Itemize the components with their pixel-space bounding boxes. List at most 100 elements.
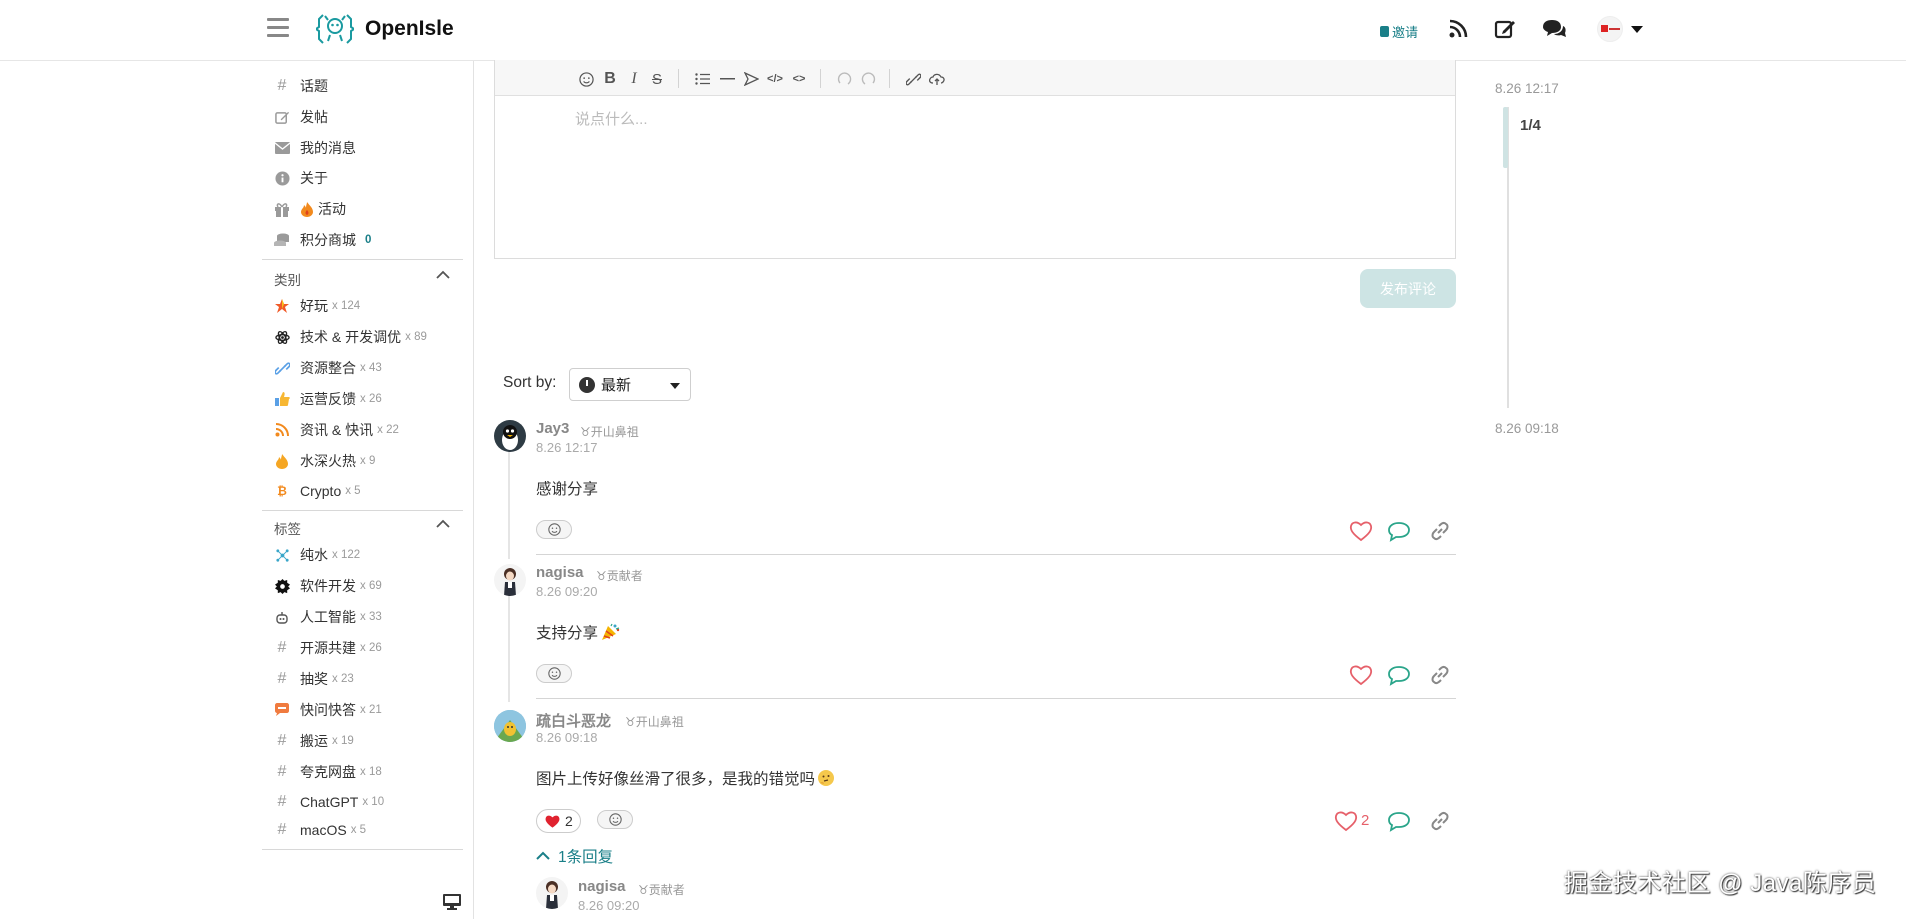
avatar[interactable] <box>536 877 568 909</box>
inline-code-icon[interactable]: <> <box>790 70 808 88</box>
toggle-replies-button[interactable]: 1条回复 <box>536 845 613 867</box>
redo-icon[interactable] <box>859 70 877 88</box>
chat-bubble-icon <box>274 702 290 718</box>
bold-icon[interactable]: B <box>601 70 619 88</box>
category-item-fun[interactable]: 好玩 x 124 <box>274 294 360 318</box>
chevron-down-icon[interactable] <box>1631 26 1643 33</box>
avatar[interactable] <box>494 564 526 596</box>
add-reaction-button[interactable] <box>536 664 572 683</box>
tag-item-water[interactable]: 纯水 x 122 <box>274 543 360 567</box>
tag-item-software[interactable]: 软件开发 x 69 <box>274 574 382 598</box>
comment-icon[interactable] <box>1387 664 1411 686</box>
sidebar-item-events[interactable]: 活动 <box>274 197 346 221</box>
tag-count: x 69 <box>360 580 382 592</box>
sidebar-item-messages[interactable]: 我的消息 <box>274 136 356 160</box>
list-icon[interactable] <box>693 70 711 88</box>
star-icon <box>274 298 290 314</box>
atom-icon <box>274 329 290 345</box>
emoji-icon[interactable] <box>577 70 595 88</box>
comment-author[interactable]: 疏白斗恶龙 <box>536 710 611 731</box>
timeline-start-date: 8.26 12:17 <box>1495 81 1559 96</box>
tag-item-repost[interactable]: # 搬运 x 19 <box>274 729 354 753</box>
heart-reaction[interactable]: 2 <box>536 809 581 833</box>
top-header: OpenIsle 邀请 <box>0 0 1906 61</box>
undo-icon[interactable] <box>835 70 853 88</box>
taurus-icon: ♉ <box>580 425 591 439</box>
tag-label: 快问快答 <box>300 702 356 718</box>
comment-icon[interactable] <box>1387 520 1411 542</box>
category-item-news[interactable]: 资讯 & 快讯 x 22 <box>274 418 399 442</box>
thread-line <box>508 452 510 559</box>
add-reaction-button[interactable] <box>536 520 572 539</box>
category-item-tech[interactable]: 技术 & 开发调优 x 89 <box>274 325 427 349</box>
category-item-feedback[interactable]: 运营反馈 x 26 <box>274 387 382 411</box>
user-badge: ♉贡献者 <box>638 881 685 898</box>
comment-author[interactable]: nagisa <box>578 878 626 895</box>
share-link-icon[interactable] <box>1428 664 1452 686</box>
sort-select[interactable]: 最新 <box>569 368 691 401</box>
comment-time: 8.26 12:17 <box>536 440 598 455</box>
monitor-icon[interactable] <box>443 894 461 910</box>
app-name[interactable]: OpenIsle <box>365 17 454 41</box>
rss-icon[interactable] <box>1446 17 1470 41</box>
like-icon[interactable] <box>1349 664 1373 686</box>
like-icon[interactable] <box>1334 810 1358 832</box>
timeline-handle[interactable] <box>1503 107 1508 168</box>
openisle-logo-icon[interactable] <box>316 11 354 47</box>
hash-icon: # <box>277 763 287 780</box>
upload-icon[interactable] <box>928 70 946 88</box>
comment-icon[interactable] <box>1387 810 1411 832</box>
tag-item-ai[interactable]: 人工智能 x 33 <box>274 605 382 629</box>
chevron-up-icon[interactable] <box>436 270 450 280</box>
comment-author[interactable]: nagisa <box>536 564 584 581</box>
like-icon[interactable] <box>1349 520 1373 542</box>
user-avatar[interactable] <box>1597 16 1623 42</box>
replies-label: 1条回复 <box>558 849 614 866</box>
tag-item-chatgpt[interactable]: # ChatGPT x 10 <box>274 790 385 814</box>
tag-label: 夸克网盘 <box>300 764 356 780</box>
tag-item-macos[interactable]: # macOS x 5 <box>274 818 366 842</box>
chat-icon[interactable] <box>1541 17 1567 41</box>
sidebar-item-about[interactable]: 关于 <box>274 166 328 190</box>
badge-label: 开山鼻祖 <box>635 715 684 729</box>
comment-author[interactable]: Jay3 <box>536 420 569 437</box>
sidebar-item-post[interactable]: 发帖 <box>274 105 328 129</box>
invite-button[interactable]: 邀请 <box>1380 22 1418 41</box>
sidebar-item-points-mall[interactable]: 积分商城 0 <box>274 228 371 252</box>
avatar[interactable] <box>494 710 526 742</box>
comment-input[interactable]: 说点什么... <box>575 108 648 129</box>
share-link-icon[interactable] <box>1428 810 1452 832</box>
emoji-icon <box>547 523 561 536</box>
category-item-hot[interactable]: 水深火热 x 9 <box>274 449 375 473</box>
tag-item-lottery[interactable]: # 抽奖 x 23 <box>274 667 354 691</box>
menu-icon[interactable] <box>267 18 289 38</box>
sidebar-item-label: 发帖 <box>300 109 328 125</box>
code-block-icon[interactable]: </> <box>766 70 784 88</box>
tag-label: 软件开发 <box>300 578 356 594</box>
emoji-icon <box>608 813 622 826</box>
italic-icon[interactable]: I <box>625 70 643 88</box>
category-item-resources[interactable]: 资源整合 x 43 <box>274 356 382 380</box>
tag-count: x 18 <box>360 766 382 778</box>
add-reaction-button[interactable] <box>597 810 633 829</box>
sidebar-item-topics[interactable]: # 话题 <box>274 74 328 98</box>
quote-icon[interactable] <box>742 70 760 88</box>
publish-comment-button[interactable]: 发布评论 <box>1360 269 1456 308</box>
link-icon[interactable] <box>904 70 922 88</box>
horizontal-rule-icon[interactable] <box>718 70 736 88</box>
tag-item-quick-qa[interactable]: 快问快答 x 21 <box>274 698 382 722</box>
edit-icon <box>274 109 290 125</box>
comment-text: 感谢分享 <box>536 481 599 498</box>
edit-icon[interactable] <box>1493 17 1517 41</box>
hash-icon: # <box>277 732 287 749</box>
category-count: x 89 <box>405 331 427 343</box>
tag-item-open-source[interactable]: # 开源共建 x 26 <box>274 636 382 660</box>
party-popper-icon <box>602 623 620 640</box>
tag-item-quark-drive[interactable]: # 夸克网盘 x 18 <box>274 760 382 784</box>
sidebar-item-label: 话题 <box>300 78 328 94</box>
avatar[interactable] <box>494 420 526 452</box>
category-item-crypto[interactable]: ₿ Crypto x 5 <box>274 479 360 503</box>
share-link-icon[interactable] <box>1428 520 1452 542</box>
chevron-up-icon[interactable] <box>436 519 450 529</box>
strikethrough-icon[interactable]: S <box>648 70 666 88</box>
